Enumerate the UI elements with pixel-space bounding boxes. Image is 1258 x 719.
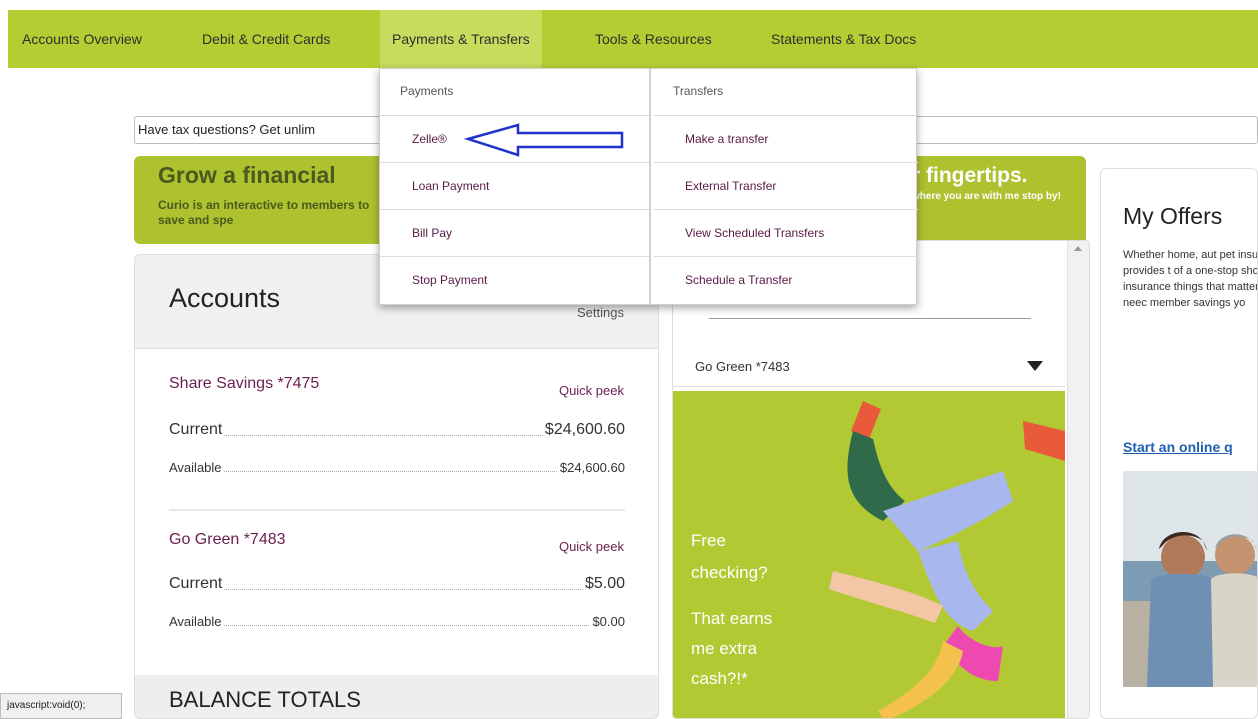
current-value: $24,600.60 xyxy=(542,421,625,439)
promo-title: Grow a financial xyxy=(158,162,336,188)
menu-item-external-transfer-label: External Transfer xyxy=(685,179,777,193)
dropdown-arrow-icon[interactable] xyxy=(1027,361,1043,371)
current-label: Current xyxy=(169,421,225,439)
available-label: Available xyxy=(169,460,224,475)
menu-item-loan-payment[interactable]: Loan Payment xyxy=(380,163,649,210)
current-value: $5.00 xyxy=(582,575,625,593)
menu-item-view-scheduled-transfers-label: View Scheduled Transfers xyxy=(685,226,825,240)
nav-accounts-overview[interactable]: Accounts Overview xyxy=(22,10,142,68)
payments-transfers-menu: Payments Zelle® Loan Payment Bill Pay St… xyxy=(379,68,918,305)
menu-item-schedule-transfer-label: Schedule a Transfer xyxy=(685,273,793,287)
transfers-heading-label: Transfers xyxy=(673,84,724,98)
my-offers-card: My Offers Whether home, aut pet insuranc… xyxy=(1100,168,1258,719)
scroll-up-icon[interactable] xyxy=(1074,246,1082,251)
available-value: $0.00 xyxy=(590,614,625,629)
account-select-value: Go Green *7483 xyxy=(695,359,790,374)
balance-row: Available $24,600.60 xyxy=(169,455,625,475)
accounts-card: Accounts Settings Share Savings *7475 Qu… xyxy=(134,254,659,719)
status-bar-text: javascript:void(0); xyxy=(7,700,86,711)
divider xyxy=(169,509,625,511)
available-label: Available xyxy=(169,614,224,629)
menu-item-make-transfer[interactable]: Make a transfer xyxy=(653,116,918,163)
menu-item-stop-payment[interactable]: Stop Payment xyxy=(380,257,649,304)
menu-item-stop-payment-label: Stop Payment xyxy=(412,273,488,287)
quick-peek-link[interactable]: Quick peek xyxy=(559,539,624,554)
promo-right-title: r fingertips. xyxy=(912,164,1028,187)
menu-item-bill-pay-label: Bill Pay xyxy=(412,226,453,240)
balance-row: Current $5.00 xyxy=(169,573,625,593)
promo-subtitle: Curio is an interactive to members to sa… xyxy=(158,198,370,227)
menu-item-schedule-transfer[interactable]: Schedule a Transfer xyxy=(653,257,918,304)
offers-description: Whether home, aut pet insurance, Jovi Se… xyxy=(1123,249,1258,309)
transfers-heading: Transfers xyxy=(653,69,918,116)
payments-column: Payments Zelle® Loan Payment Bill Pay St… xyxy=(380,69,651,304)
nav-payments-transfers[interactable]: Payments & Transfers xyxy=(380,10,542,68)
balance-row: Available $0.00 xyxy=(169,609,625,629)
page: Accounts Overview Debit & Credit Cards P… xyxy=(0,0,1258,719)
nav-tools-resources[interactable]: Tools & Resources xyxy=(595,10,712,68)
balance-totals-title: BALANCE TOTALS xyxy=(169,687,361,712)
menu-item-zelle-label: Zelle® xyxy=(412,132,447,146)
account-name-go-green[interactable]: Go Green *7483 xyxy=(169,531,286,549)
account-name-share-savings[interactable]: Share Savings *7475 xyxy=(169,375,319,393)
free-checking-ad[interactable]: Free checking? That earns me extra cash?… xyxy=(673,391,1065,718)
top-nav: Accounts Overview Debit & Credit Cards P… xyxy=(8,10,1258,68)
ad-text-line: Free xyxy=(691,531,726,550)
menu-item-loan-payment-label: Loan Payment xyxy=(412,179,490,193)
couple-photo xyxy=(1123,471,1257,687)
transfers-column: Transfers Make a transfer External Trans… xyxy=(653,69,918,304)
ad-text-line: me extra xyxy=(691,639,758,658)
transfer-widget-card: Go Green *7483 Free checking? That earns… xyxy=(672,240,1090,719)
promo-right-subtitle: where you are with me stop by! xyxy=(912,191,1061,202)
payments-heading: Payments xyxy=(380,69,649,116)
menu-item-view-scheduled-transfers[interactable]: View Scheduled Transfers xyxy=(653,210,918,257)
balance-totals-header: BALANCE TOTALS xyxy=(135,675,658,718)
my-offers-title: My Offers xyxy=(1123,203,1223,229)
available-value: $24,600.60 xyxy=(557,460,625,475)
account-select[interactable]: Go Green *7483 xyxy=(673,347,1065,387)
status-bar: javascript:void(0); xyxy=(0,693,122,719)
nav-debit-credit-cards[interactable]: Debit & Credit Cards xyxy=(202,10,330,68)
start-online-quote-link[interactable]: Start an online q xyxy=(1123,439,1233,455)
ad-text-line: cash?!* xyxy=(691,669,748,688)
tax-questions-text: Have tax questions? Get unlim xyxy=(138,122,316,137)
accounts-settings-link[interactable]: Settings xyxy=(577,305,624,320)
annotation-arrow-icon xyxy=(463,123,624,157)
menu-item-make-transfer-label: Make a transfer xyxy=(685,132,769,146)
current-label: Current xyxy=(169,575,225,593)
nav-statements-tax-docs[interactable]: Statements & Tax Docs xyxy=(771,10,916,68)
accounts-title: Accounts xyxy=(169,283,281,313)
ad-text-line: checking? xyxy=(691,563,768,582)
menu-item-external-transfer[interactable]: External Transfer xyxy=(653,163,918,210)
scrollbar[interactable] xyxy=(1067,241,1089,718)
menu-item-bill-pay[interactable]: Bill Pay xyxy=(380,210,649,257)
balance-row: Current $24,600.60 xyxy=(169,419,625,439)
payments-heading-label: Payments xyxy=(400,84,454,98)
ad-text-line: That earns xyxy=(691,609,773,628)
quick-peek-link[interactable]: Quick peek xyxy=(559,383,624,398)
divider xyxy=(709,318,1031,319)
